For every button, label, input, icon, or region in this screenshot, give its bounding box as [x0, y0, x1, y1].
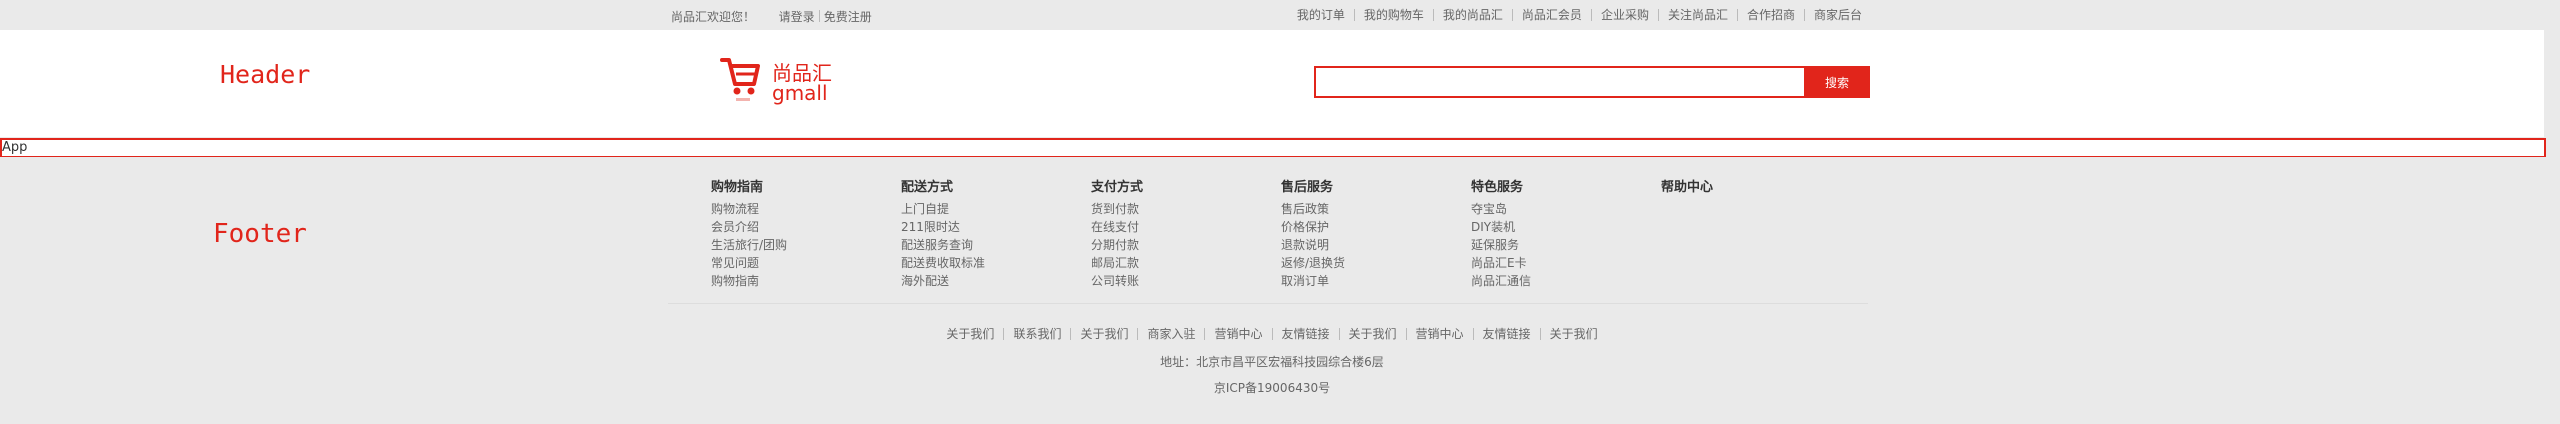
top-nav-membership[interactable]: 尚品汇会员 — [1511, 9, 1591, 21]
search-button[interactable]: 搜索 — [1804, 66, 1870, 98]
top-nav-my-gmall[interactable]: 我的尚品汇 — [1432, 9, 1512, 21]
top-nav-enterprise[interactable]: 企业采购 — [1590, 9, 1658, 21]
top-nav: 我的订单 我的购物车 我的尚品汇 尚品汇会员 企业采购 关注尚品汇 合作招商 商家后台 — [1297, 8, 1862, 22]
footer-col-title: 配送方式 — [901, 180, 954, 195]
search-bar: 搜索 — [1314, 66, 1870, 98]
footer-col-help-center: 帮助中心 — [1661, 179, 1851, 200]
footer-link[interactable]: 海外配送 — [901, 272, 1091, 290]
header: Header 尚品汇 gmall 搜索 — [0, 30, 2544, 137]
top-nav-seller[interactable]: 商家后台 — [1803, 9, 1862, 21]
top-nav-my-orders[interactable]: 我的订单 — [1297, 9, 1354, 21]
footer-col-title[interactable]: 帮助中心 — [1661, 179, 1851, 196]
footer-col-title: 购物指南 — [711, 180, 764, 195]
footer-col-title: 支付方式 — [1091, 180, 1144, 195]
footer-col-delivery: 配送方式 上门自提 211限时达 配送服务查询 配送费收取标准 海外配送 — [901, 179, 1091, 290]
footer-link[interactable]: 尚品汇通信 — [1471, 272, 1661, 290]
footer-link[interactable]: 取消订单 — [1281, 272, 1471, 290]
footer-col-after-sales: 售后服务 售后政策 价格保护 退款说明 返修/退换货 取消订单 — [1281, 179, 1471, 290]
footer-link[interactable]: 配送费收取标准 — [901, 254, 1091, 272]
top-nav-my-cart[interactable]: 我的购物车 — [1353, 9, 1433, 21]
footer-link[interactable]: 上门自提 — [901, 200, 1091, 218]
login-link[interactable]: 请登录 — [779, 10, 815, 24]
search-input[interactable] — [1314, 66, 1810, 98]
footer-link[interactable]: 会员介绍 — [711, 218, 901, 236]
footer-link[interactable]: 夺宝岛 — [1471, 200, 1661, 218]
footer-link[interactable]: 退款说明 — [1281, 236, 1471, 254]
footer-link[interactable]: 返修/退换货 — [1281, 254, 1471, 272]
footer-link[interactable]: 配送服务查询 — [901, 236, 1091, 254]
top-bar: 尚品汇欢迎您！ 请登录 免费注册 我的订单 我的购物车 我的尚品汇 尚品汇会员 企业采购关… — [0, 0, 2560, 30]
footer-link[interactable]: 常见问题 — [711, 254, 901, 272]
footer-link[interactable]: 在线支付 — [1091, 218, 1281, 236]
footer-link[interactable]: 价格保护 — [1281, 218, 1471, 236]
footer-col-payment: 支付方式 货到付款 在线支付 分期付款 邮局汇款 公司转账 — [1091, 179, 1281, 290]
footer-bottom-link[interactable]: 关于我们 — [937, 328, 1003, 340]
footer-bottom-link[interactable]: 友情链接 — [1271, 328, 1339, 340]
footer-link[interactable]: DIY装机 — [1471, 218, 1661, 236]
footer-link[interactable]: 售后政策 — [1281, 200, 1471, 218]
app-container: App — [0, 138, 2546, 158]
register-link[interactable]: 免费注册 — [824, 10, 872, 24]
footer-bottom-link[interactable]: 关于我们 — [1338, 328, 1406, 340]
footer-col-shopping-guide: 购物指南 购物流程 会员介绍 生活旅行/团购 常见问题 购物指南 — [711, 179, 901, 290]
footer-link[interactable]: 分期付款 — [1091, 236, 1281, 254]
welcome-text: 尚品汇欢迎您！ — [671, 10, 756, 24]
footer-link[interactable]: 邮局汇款 — [1091, 254, 1281, 272]
logo-text-en: gmall — [772, 81, 828, 105]
footer: Footer 购物指南 购物流程 会员介绍 生活旅行/团购 常见问题 购物指南 … — [0, 157, 2560, 424]
footer-link[interactable]: 购物流程 — [711, 200, 901, 218]
shopping-cart-icon — [720, 58, 760, 101]
footer-bottom-link[interactable]: 商家入驻 — [1137, 328, 1204, 340]
footer-link[interactable]: 公司转账 — [1091, 272, 1281, 290]
footer-link[interactable]: 货到付款 — [1091, 200, 1281, 218]
footer-icp: 京ICP备19006430号 — [1213, 381, 1331, 395]
footer-col-title: 售后服务 — [1281, 180, 1334, 195]
footer-bottom-link[interactable]: 关于我们 — [1539, 328, 1607, 340]
footer-link[interactable]: 购物指南 — [711, 272, 901, 290]
footer-bottom-links: 关于我们 联系我们 关于我们 商家入驻 营销中心 友情链接 关于我们 营销中心 友情链接 关于我们 — [0, 327, 2544, 341]
footer-bottom-link[interactable]: 营销中心 — [1405, 328, 1473, 340]
footer-col-special-services: 特色服务 夺宝岛 DIY装机 延保服务 尚品汇E卡 尚品汇通信 — [1471, 179, 1661, 290]
footer-link[interactable]: 211限时达 — [901, 218, 1091, 236]
footer-bottom-link[interactable]: 关于我们 — [1070, 328, 1137, 340]
footer-bottom-link[interactable]: 联系我们 — [1003, 328, 1070, 340]
app-label: App — [2, 140, 28, 155]
top-nav-follow[interactable]: 关注尚品汇 — [1657, 9, 1737, 21]
login-area: 尚品汇欢迎您！ 请登录 免费注册 — [671, 8, 872, 25]
top-nav-partners[interactable]: 合作招商 — [1736, 9, 1804, 21]
footer-bottom-link[interactable]: 友情链接 — [1472, 328, 1540, 340]
footer-link[interactable]: 尚品汇E卡 — [1471, 254, 1661, 272]
logo[interactable]: 尚品汇 gmall — [720, 54, 840, 110]
footer-divider — [668, 303, 1868, 304]
footer-address: 地址：北京市昌平区宏福科技园综合楼6层 — [1160, 355, 1384, 369]
footer-link[interactable]: 延保服务 — [1471, 236, 1661, 254]
header-tag: Header — [220, 60, 311, 89]
footer-tag: Footer — [213, 219, 307, 249]
footer-bottom-link[interactable]: 营销中心 — [1204, 328, 1271, 340]
footer-link[interactable]: 生活旅行/团购 — [711, 236, 901, 254]
footer-col-title: 特色服务 — [1471, 180, 1524, 195]
